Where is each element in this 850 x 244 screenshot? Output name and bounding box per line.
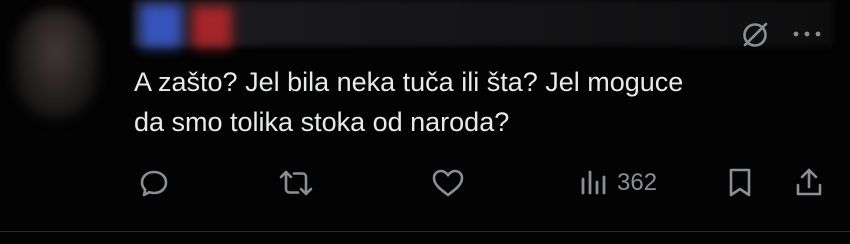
post-text: A zašto? Jel bila neka tuča ili šta? Jel… [134,62,834,142]
post-text-line-1: A zašto? Jel bila neka tuča ili šta? Jel… [134,67,684,97]
like-button[interactable] [429,160,467,206]
views-button[interactable]: 362 [579,160,657,206]
bookmark-button[interactable] [724,160,756,206]
reply-icon [136,165,172,201]
avatar[interactable] [14,8,98,118]
post-text-line-2: da smo tolika stoka od naroda? [134,107,510,137]
post[interactable]: A zašto? Jel bila neka tuča ili šta? Jel… [0,0,850,244]
bookmark-icon [724,165,756,201]
author-flag-redacted-blue [140,4,182,48]
share-button[interactable] [793,160,825,206]
like-icon [429,165,467,201]
reply-button[interactable] [136,160,172,206]
author-flag-redacted-red [192,6,232,48]
action-bar: 362 [0,160,850,206]
share-icon [793,165,825,201]
repost-icon [276,165,316,201]
more-icon[interactable] [790,22,824,46]
views-icon [579,165,609,201]
repost-button[interactable] [276,160,316,206]
grok-icon[interactable] [740,20,770,50]
author-name-redacted [133,0,833,46]
view-count: 362 [617,169,658,196]
divider [0,231,850,232]
